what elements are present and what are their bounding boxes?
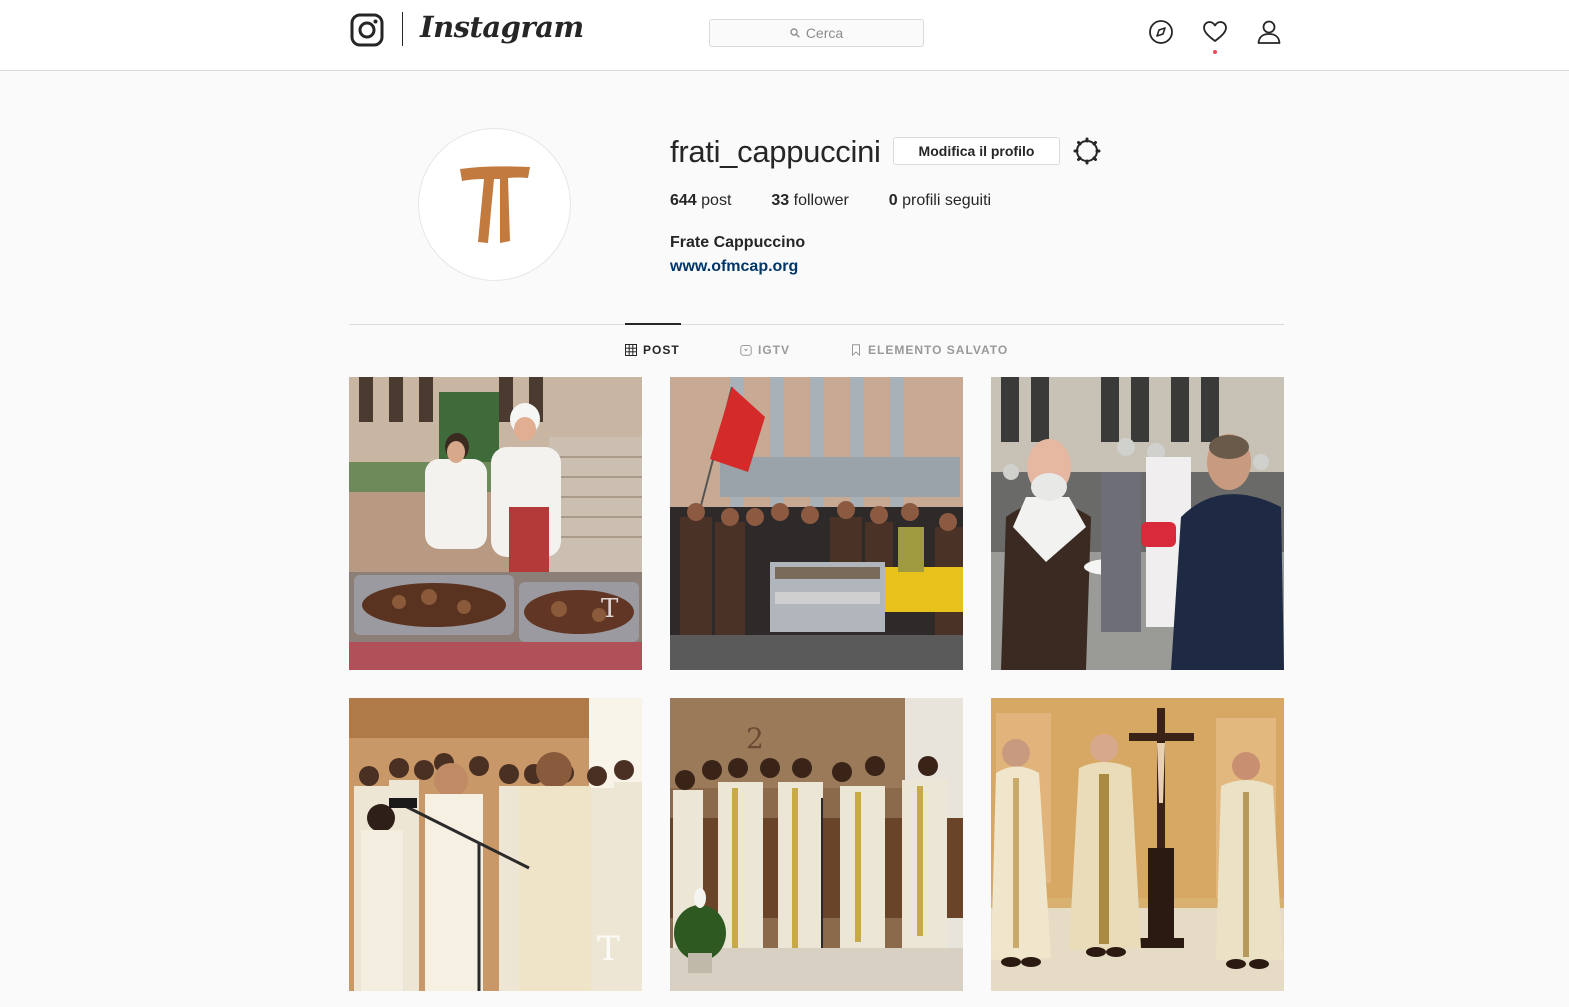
active-tab-indicator [625, 323, 681, 325]
compass-icon[interactable] [1148, 19, 1174, 45]
following-label: profili seguiti [902, 192, 992, 209]
search-placeholder: Cerca [805, 25, 844, 41]
instagram-glyph-icon[interactable] [350, 13, 384, 47]
post-thumbnail[interactable] [991, 377, 1284, 670]
post-thumbnail[interactable] [991, 698, 1284, 991]
notification-dot [1213, 50, 1217, 54]
tab-post-label: POST [643, 343, 680, 357]
top-nav: Instagram Cerca [0, 0, 1569, 71]
tab-saved[interactable]: ELEMENTO SALVATO [850, 343, 1008, 357]
post-thumbnail[interactable]: T [349, 698, 642, 991]
tabs-divider [349, 324, 1284, 325]
full-name: Frate Cappuccino [670, 234, 806, 251]
post-thumbnail[interactable]: T [349, 377, 642, 670]
tab-igtv-label: IGTV [758, 343, 791, 357]
grid-icon [625, 344, 637, 356]
user-icon[interactable] [1256, 19, 1282, 45]
stat-following[interactable]: 0 profili seguiti [889, 192, 991, 210]
following-count: 0 [888, 192, 898, 209]
tab-igtv[interactable]: IGTV [740, 343, 790, 357]
post-thumbnail[interactable] [670, 377, 963, 670]
profile-stats: 644 post 33 follower 0 profili seguiti [670, 192, 991, 210]
svg-text:2: 2 [746, 722, 764, 755]
username: frati_cappuccini [670, 134, 881, 169]
posts-label: post [701, 192, 732, 209]
avatar[interactable] [418, 128, 571, 281]
search-box[interactable]: Cerca [709, 19, 924, 47]
instagram-wordmark[interactable]: Instagram [420, 10, 584, 44]
website-link[interactable]: www.ofmcap.org [670, 258, 798, 276]
svg-text:T: T [601, 594, 619, 624]
gear-icon[interactable] [1073, 137, 1101, 165]
heart-icon[interactable] [1202, 19, 1228, 45]
bookmark-icon [852, 344, 860, 356]
logo-divider [402, 12, 403, 46]
tab-post[interactable]: POST [625, 343, 680, 357]
edit-profile-button[interactable]: Modifica il profilo [893, 137, 1060, 165]
svg-text:T: T [597, 929, 620, 969]
tab-saved-label: ELEMENTO SALVATO [868, 343, 1009, 357]
stat-posts: 644 post [670, 192, 731, 210]
stat-followers[interactable]: 33 follower [771, 192, 848, 210]
followers-label: follower [793, 192, 849, 209]
post-thumbnail[interactable]: 2 [670, 698, 963, 991]
followers-count: 33 [771, 192, 790, 209]
tau-cross-icon [459, 165, 530, 243]
igtv-icon [740, 345, 752, 356]
search-icon [790, 28, 800, 38]
posts-count: 644 [670, 192, 697, 209]
